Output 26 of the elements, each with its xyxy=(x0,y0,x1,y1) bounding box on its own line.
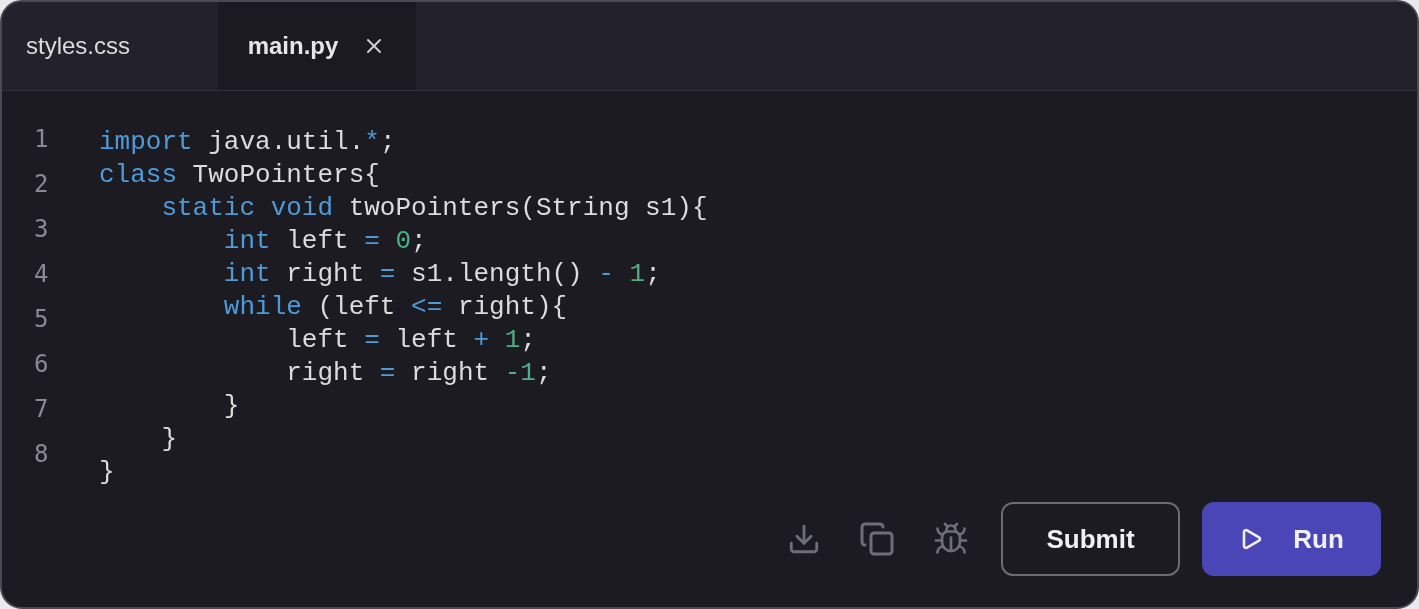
download-icon[interactable] xyxy=(787,522,821,556)
file-tab[interactable]: main.py xyxy=(218,2,416,90)
line-number: 5 xyxy=(34,304,49,335)
submit-button[interactable]: Submit xyxy=(1001,502,1180,576)
line-number: 3 xyxy=(34,214,49,245)
code-line: int left = 0; xyxy=(222,225,427,258)
line-number: 2 xyxy=(34,169,49,200)
run-button[interactable]: Run xyxy=(1202,502,1381,576)
line-number: 6 xyxy=(34,349,49,380)
code-line: } xyxy=(222,390,240,423)
code-line: class TwoPointers{ xyxy=(99,159,380,192)
line-number: 7 xyxy=(34,394,49,425)
code-line: int right = s1.length() - 1; xyxy=(222,258,661,291)
bug-icon[interactable] xyxy=(933,521,969,557)
code-line: static void twoPointers(String s1){ xyxy=(160,192,708,225)
line-number: 8 xyxy=(34,439,49,470)
code-line: } xyxy=(160,423,177,456)
line-number: 1 xyxy=(34,124,49,155)
code-line: left = left + 1; xyxy=(285,324,536,357)
code-line: import java.util.*; xyxy=(99,126,396,159)
line-number: 4 xyxy=(34,259,49,290)
code-line: } xyxy=(99,456,115,489)
file-tab[interactable]: styles.css xyxy=(2,2,218,90)
code-line: right = right -1; xyxy=(285,357,552,390)
copy-icon[interactable] xyxy=(859,521,895,557)
code-line: while (left <= right){ xyxy=(222,291,568,324)
